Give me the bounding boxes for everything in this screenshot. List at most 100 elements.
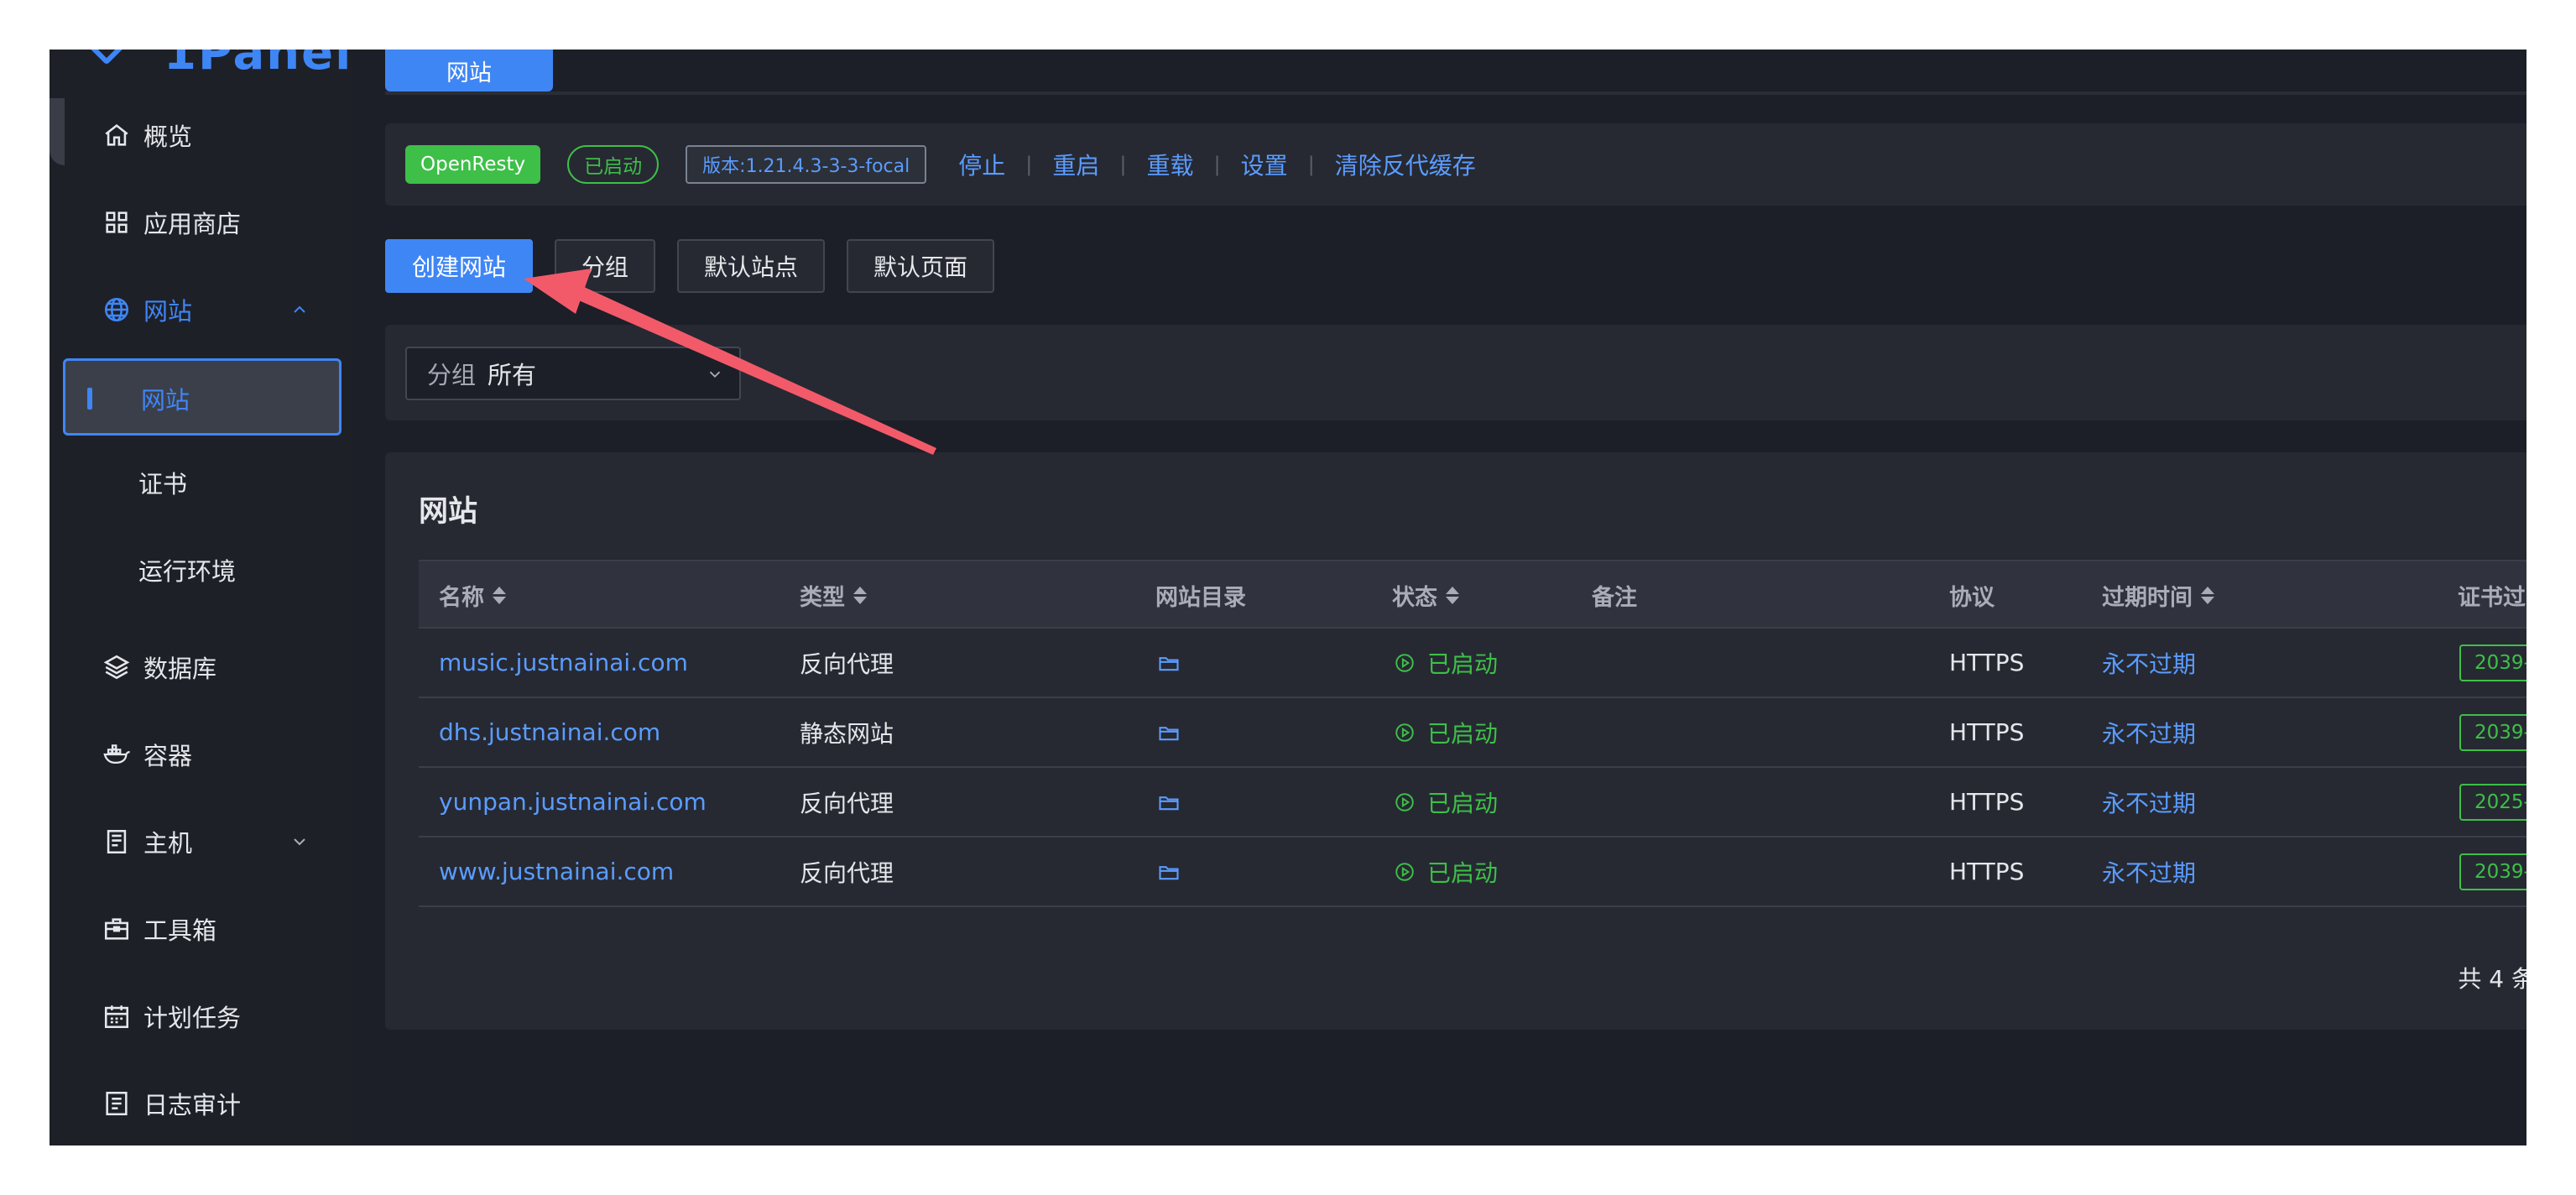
- column-label: 类型: [800, 584, 845, 611]
- sort-icon[interactable]: [853, 586, 867, 604]
- toolbox-icon: [102, 914, 132, 944]
- protocol: HTTPS: [1949, 858, 2025, 885]
- stop-link[interactable]: 停止: [958, 148, 1005, 181]
- sidebar-item-app-store[interactable]: 应用商店: [50, 189, 353, 256]
- website-name-link[interactable]: music.justnainai.com: [439, 629, 688, 697]
- log-icon: [102, 1088, 132, 1119]
- website-name-link[interactable]: www.justnainai.com: [439, 838, 674, 905]
- sidebar-item-label: 应用商店: [143, 210, 242, 238]
- folder-icon[interactable]: [1157, 768, 1181, 836]
- folder-icon[interactable]: [1157, 698, 1181, 766]
- chevron-down-icon[interactable]: [289, 832, 310, 852]
- status-text: 已启动: [1427, 858, 1499, 887]
- protocol: HTTPS: [1949, 649, 2025, 676]
- active-indicator: [87, 388, 92, 410]
- column-label: 过期时间: [2102, 584, 2193, 611]
- tab-website[interactable]: 网站: [385, 50, 553, 91]
- sidebar-item-cron[interactable]: 计划任务: [50, 983, 353, 1050]
- status-text: 已启动: [1427, 719, 1499, 748]
- sort-icon[interactable]: [493, 586, 506, 604]
- main-content: 网站 OpenResty 已启动 版本:1.21.4.3-3-3-focal 停…: [353, 50, 2526, 1145]
- sort-icon[interactable]: [1446, 586, 1459, 604]
- website-type: 静态网站: [800, 719, 894, 748]
- status-cell[interactable]: 已启动: [1394, 629, 1498, 697]
- action-buttons: 创建网站 分组 默认站点 默认页面: [385, 239, 1016, 293]
- expire-link[interactable]: 永不过期: [2102, 838, 2196, 905]
- sidebar-item-container[interactable]: 容器: [50, 721, 353, 788]
- protocol: HTTPS: [1949, 788, 2025, 816]
- protocol: HTTPS: [1949, 718, 2025, 746]
- expire-link[interactable]: 永不过期: [2102, 629, 2196, 697]
- divider: |: [1119, 153, 1127, 176]
- status-cell[interactable]: 已启动: [1394, 768, 1498, 836]
- clear-proxy-cache-link[interactable]: 清除反代缓存: [1335, 148, 1476, 181]
- table-row: music.justnainai.com 反向代理 已启动 HTTPS 永不过期…: [419, 629, 2526, 698]
- group-select[interactable]: 分组 所有: [405, 347, 741, 400]
- table-row: dhs.justnainai.com 静态网站 已启动 HTTPS 永不过期 2…: [419, 698, 2526, 768]
- sidebar: 1Panel 概览 应用商店 网站 网站 证书 运行环境 数据库 容器 主机 工…: [50, 50, 353, 1145]
- column-header-expire[interactable]: 过期时间: [2102, 561, 2214, 629]
- reload-link[interactable]: 重载: [1146, 148, 1193, 181]
- sort-icon[interactable]: [2201, 586, 2214, 604]
- website-table: 名称 类型 网站目录 状态 备注 协议 过期时间 证书过 music.justn…: [419, 560, 2526, 907]
- group-button[interactable]: 分组: [555, 239, 656, 293]
- sidebar-subitem-website[interactable]: 网站: [63, 358, 342, 436]
- table-row: www.justnainai.com 反向代理 已启动 HTTPS 永不过期 2…: [419, 838, 2526, 907]
- status-badge: 已启动: [567, 145, 660, 184]
- tab-panel-edge: [385, 91, 2526, 95]
- logo-text: 1Panel: [164, 50, 353, 81]
- column-header-name[interactable]: 名称: [439, 561, 506, 629]
- column-header-remark: 备注: [1592, 584, 1637, 611]
- expire-link[interactable]: 永不过期: [2102, 698, 2196, 766]
- status-text: 已启动: [1427, 789, 1499, 817]
- sidebar-item-label: 工具箱: [143, 916, 217, 945]
- table-header: 名称 类型 网站目录 状态 备注 协议 过期时间 证书过: [419, 560, 2526, 629]
- column-header-type[interactable]: 类型: [800, 561, 867, 629]
- default-page-button[interactable]: 默认页面: [847, 239, 995, 293]
- globe-icon: [102, 295, 132, 325]
- sidebar-item-toolbox[interactable]: 工具箱: [50, 895, 353, 963]
- card-title: 网站: [419, 495, 478, 529]
- divider: |: [1025, 153, 1033, 176]
- cert-expire-cell: 2039-: [2459, 838, 2526, 905]
- layers-icon: [102, 652, 132, 682]
- sidebar-item-label: 数据库: [143, 655, 217, 683]
- sidebar-subitem-runtime[interactable]: 运行环境: [138, 536, 236, 603]
- group-select-prefix: 分组: [427, 361, 477, 389]
- cert-expire-badge: 2039-: [2459, 713, 2526, 751]
- sidebar-item-label: 概览: [143, 123, 193, 151]
- grid-icon: [102, 207, 132, 237]
- sidebar-item-overview[interactable]: 概览: [50, 102, 353, 169]
- column-header-cert-expire: 证书过: [2458, 584, 2526, 611]
- play-circle-icon: [1395, 862, 1414, 881]
- default-site-button[interactable]: 默认站点: [677, 239, 826, 293]
- sidebar-item-website[interactable]: 网站: [50, 276, 353, 343]
- expire-link[interactable]: 永不过期: [2102, 768, 2196, 836]
- sidebar-item-logs[interactable]: 日志审计: [50, 1070, 353, 1137]
- app-name-badge: OpenResty: [405, 145, 541, 184]
- sidebar-item-database[interactable]: 数据库: [50, 634, 353, 701]
- folder-icon[interactable]: [1157, 629, 1181, 697]
- folder-icon[interactable]: [1157, 838, 1181, 905]
- restart-link[interactable]: 重启: [1052, 148, 1099, 181]
- website-name-link[interactable]: yunpan.justnainai.com: [439, 768, 707, 836]
- column-header-status[interactable]: 状态: [1392, 561, 1459, 629]
- sidebar-item-label: 计划任务: [143, 1004, 242, 1032]
- status-cell[interactable]: 已启动: [1394, 698, 1498, 766]
- sidebar-item-host[interactable]: 主机: [50, 808, 353, 875]
- settings-link[interactable]: 设置: [1241, 148, 1288, 181]
- column-header-directory: 网站目录: [1155, 584, 1246, 611]
- play-circle-icon: [1395, 792, 1414, 811]
- create-website-button[interactable]: 创建网站: [385, 239, 534, 293]
- home-icon: [102, 120, 132, 150]
- status-cell[interactable]: 已启动: [1394, 838, 1498, 905]
- sidebar-item-label: 容器: [143, 742, 193, 770]
- logo-icon: [87, 50, 126, 65]
- website-type: 反向代理: [800, 789, 894, 817]
- logo[interactable]: 1Panel: [50, 50, 353, 98]
- column-label: 状态: [1392, 584, 1437, 611]
- chevron-up-icon[interactable]: [289, 300, 310, 320]
- play-circle-icon: [1395, 653, 1414, 672]
- sidebar-subitem-certificate[interactable]: 证书: [138, 449, 187, 516]
- website-name-link[interactable]: dhs.justnainai.com: [439, 698, 660, 766]
